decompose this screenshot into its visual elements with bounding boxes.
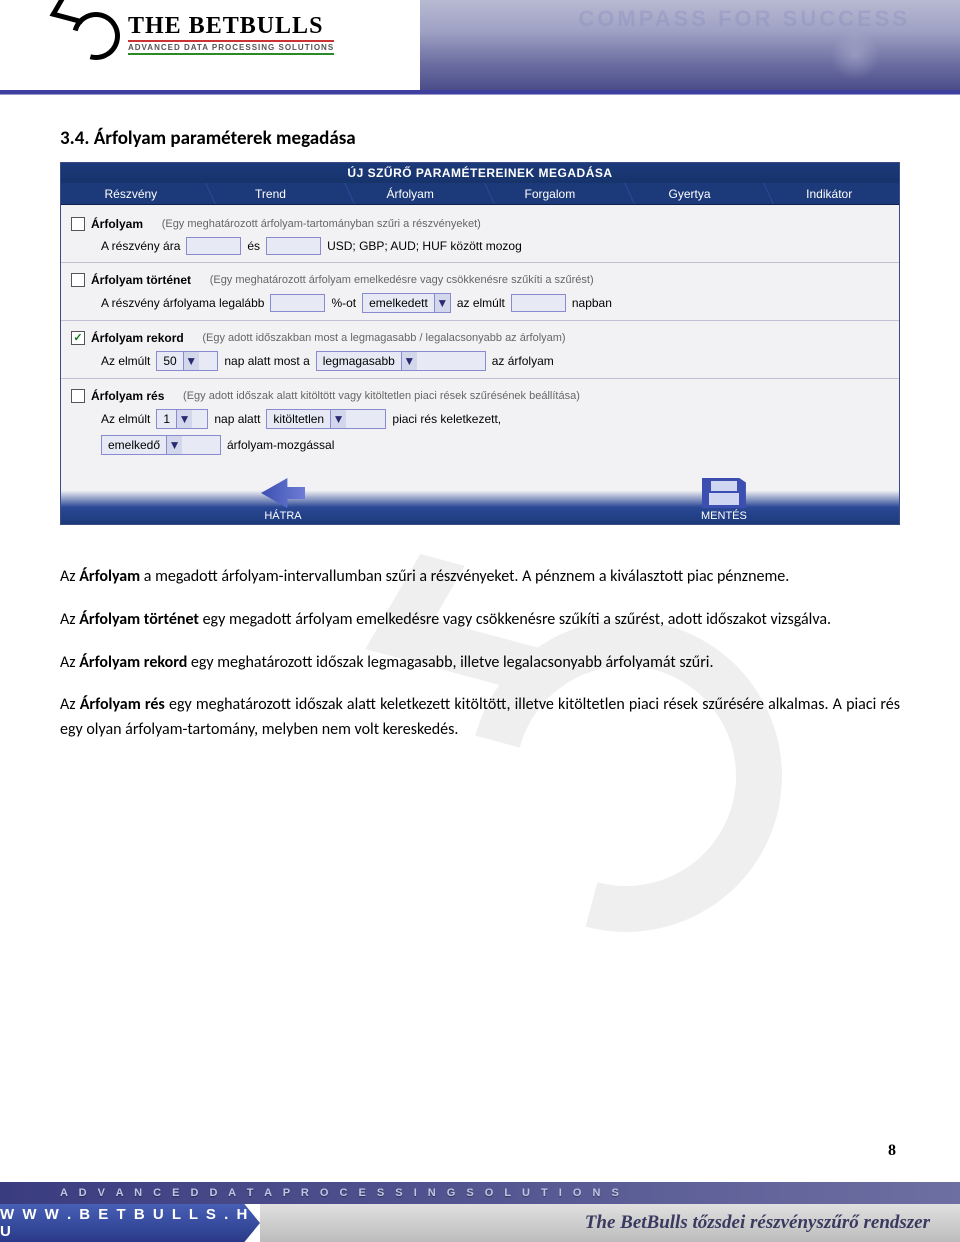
logo: THE BETBULLS ADVANCED DATA PROCESSING SO… — [60, 4, 334, 64]
select-days-4[interactable]: 1 ▼ — [156, 409, 208, 429]
grp4-pre: Az elmúlt — [101, 412, 150, 426]
select-gap-move[interactable]: emelkedő ▼ — [101, 435, 221, 455]
grp2-mid: az elmúlt — [457, 296, 505, 310]
save-disk-icon — [702, 478, 746, 508]
tab-gyertya[interactable]: Gyertya — [620, 183, 760, 204]
input-price-to[interactable] — [266, 237, 321, 255]
save-label: MENTÉS — [701, 510, 747, 522]
select-gap-move-value: emelkedő — [102, 438, 166, 452]
section-title: 3.4. Árfolyam paraméterek megadása — [60, 127, 900, 150]
chevron-down-icon: ▼ — [176, 410, 192, 428]
chevron-down-icon: ▼ — [183, 352, 199, 370]
chevron-down-icon: ▼ — [166, 436, 182, 454]
footer-title: The BetBulls tőzsdei részvényszűrő rends… — [260, 1204, 960, 1242]
tab-indikator[interactable]: Indikátor — [759, 183, 899, 204]
select-gap-type-value: kitöltetlen — [267, 412, 330, 426]
footer-url: W W W . B E T B U L L S . H U — [0, 1204, 260, 1242]
chevron-down-icon: ▼ — [330, 410, 346, 428]
grp4-hint: (Egy adott időszak alatt kitöltött vagy … — [183, 390, 580, 402]
input-price-from[interactable] — [186, 237, 241, 255]
page-footer: A D V A N C E D D A T A P R O C E S S I … — [0, 1182, 960, 1242]
grp3-mid: nap alatt most a — [224, 354, 309, 368]
bull-icon — [60, 4, 116, 64]
grp2-post: napban — [572, 296, 612, 310]
select-direction[interactable]: emelkedett ▼ — [362, 293, 451, 313]
grp1-mid: és — [247, 239, 260, 253]
page-number: 8 — [888, 1142, 896, 1160]
checkbox-arfolyam[interactable] — [71, 217, 85, 231]
back-arrow-icon — [261, 478, 305, 508]
grp2-hint: (Egy meghatározott árfolyam emelkedésre … — [210, 274, 594, 286]
back-button[interactable]: HÁTRA — [261, 478, 305, 522]
top-banner: COMPASS FOR SUCCESS THE BETBULLS ADVANCE… — [0, 0, 960, 90]
checkbox-arfolyam-res[interactable] — [71, 389, 85, 403]
select-days-4-value: 1 — [157, 412, 176, 426]
select-days-3[interactable]: 50 ▼ — [156, 351, 218, 371]
footer-strip: A D V A N C E D D A T A P R O C E S S I … — [0, 1182, 960, 1204]
input-days-2[interactable] — [511, 294, 566, 312]
select-direction-value: emelkedett — [363, 296, 434, 310]
grp1-label: Árfolyam — [91, 217, 143, 231]
grp3-label: Árfolyam rekord — [91, 331, 184, 345]
select-days-3-value: 50 — [157, 354, 182, 368]
grp3-hint: (Egy adott időszakban most a legmagasabb… — [202, 332, 565, 344]
tab-trend[interactable]: Trend — [201, 183, 341, 204]
tab-arfolyam[interactable]: Árfolyam — [340, 183, 480, 204]
grp4-mid: nap alatt — [214, 412, 260, 426]
tab-forgalom[interactable]: Forgalom — [480, 183, 620, 204]
chevron-down-icon: ▼ — [434, 294, 450, 312]
grp4-post2: árfolyam-mozgással — [227, 438, 334, 452]
select-extreme-value: legmagasabb — [317, 354, 401, 368]
grp2-label: Árfolyam történet — [91, 273, 191, 287]
save-button[interactable]: MENTÉS — [701, 478, 747, 522]
checkbox-arfolyam-rekord[interactable]: ✓ — [71, 331, 85, 345]
grp2-pct: %-ot — [331, 296, 356, 310]
grp4-post: piaci rés keletkezett, — [392, 412, 501, 426]
input-pct[interactable] — [270, 294, 325, 312]
grp3-pre: Az elmúlt — [101, 354, 150, 368]
grp2-pre: A részvény árfolyama legalább — [101, 296, 264, 310]
grp3-post: az árfolyam — [492, 354, 554, 368]
star-icon — [830, 30, 880, 80]
description: Az Árfolyam a megadott árfolyam-interval… — [60, 565, 900, 743]
tab-bar: Részvény Trend Árfolyam Forgalom Gyertya… — [61, 183, 899, 205]
panel-title: ÚJ SZŰRŐ PARAMÉTEREINEK MEGADÁSA — [61, 163, 899, 183]
tab-reszveny[interactable]: Részvény — [61, 183, 201, 204]
brand-name: THE BETBULLS — [128, 13, 334, 40]
select-extreme[interactable]: legmagasabb ▼ — [316, 351, 486, 371]
panel-footer: HÁTRA MENTÉS — [61, 468, 899, 524]
grp1-hint: (Egy meghatározott árfolyam-tartományban… — [162, 218, 481, 230]
grp4-label: Árfolyam rés — [91, 389, 164, 403]
select-gap-type[interactable]: kitöltetlen ▼ — [266, 409, 386, 429]
grp1-pre: A részvény ára — [101, 239, 180, 253]
chevron-down-icon: ▼ — [401, 352, 417, 370]
back-label: HÁTRA — [261, 510, 305, 522]
checkbox-arfolyam-tortenet[interactable] — [71, 273, 85, 287]
filter-panel: ÚJ SZŰRŐ PARAMÉTEREINEK MEGADÁSA Részvén… — [60, 162, 900, 525]
grp1-post: USD; GBP; AUD; HUF között mozog — [327, 239, 522, 253]
brand-subtitle: ADVANCED DATA PROCESSING SOLUTIONS — [128, 40, 334, 55]
ghost-compass-text: COMPASS FOR SUCCESS — [578, 6, 910, 32]
